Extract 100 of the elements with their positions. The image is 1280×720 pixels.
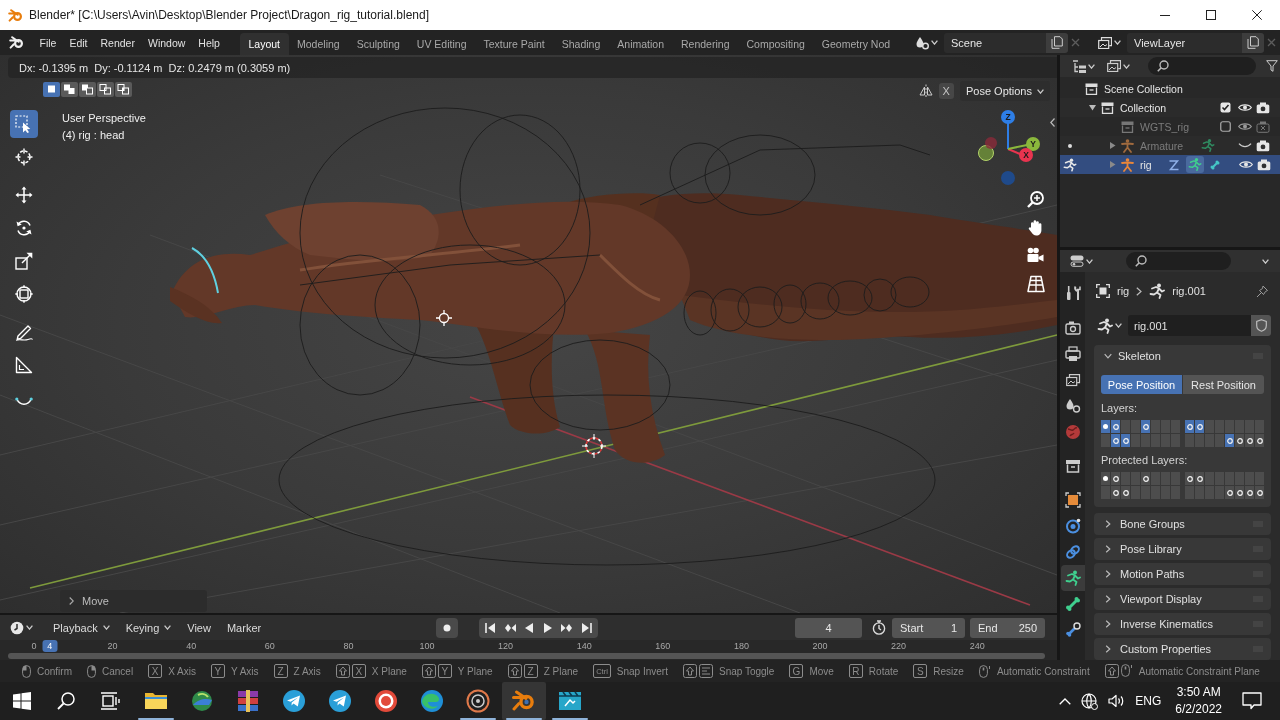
operator-panel[interactable]: Move <box>60 590 207 612</box>
layer-toggle[interactable] <box>1141 434 1150 447</box>
panel-header[interactable]: Inverse Kinematics <box>1094 613 1271 635</box>
subtract-selection-icon[interactable] <box>79 82 96 97</box>
layer-toggle[interactable] <box>1185 472 1194 485</box>
menu-item[interactable]: Window <box>141 33 192 52</box>
caret-icon[interactable] <box>26 625 33 630</box>
caret-icon[interactable] <box>1262 258 1269 264</box>
axis-toggle[interactable]: X <box>938 83 954 99</box>
caret-icon[interactable] <box>1123 63 1130 69</box>
film-clapper-icon[interactable] <box>558 689 582 713</box>
paper-plane-icon[interactable] <box>282 689 306 713</box>
workspace-tab[interactable]: Shading <box>553 33 609 55</box>
search-icon[interactable] <box>57 692 75 710</box>
layer-toggle[interactable] <box>1111 472 1120 485</box>
menu-item[interactable]: Marker <box>220 619 268 636</box>
closed-eye-icon[interactable] <box>1238 143 1252 148</box>
next-keyframe-icon[interactable] <box>561 621 573 634</box>
layer-toggle[interactable] <box>1111 420 1120 433</box>
maximize-icon[interactable] <box>1206 10 1216 20</box>
menu-item[interactable]: Keying <box>119 619 178 636</box>
zoom-icon[interactable] <box>1027 191 1045 209</box>
playhead[interactable]: 4 <box>42 640 58 652</box>
toggle-button[interactable]: Pose Position <box>1101 375 1182 394</box>
workspace-tab[interactable]: Texture Paint <box>474 33 554 55</box>
layer-toggle[interactable] <box>1121 420 1130 433</box>
camera-icon[interactable] <box>1256 139 1270 152</box>
layer-toggle[interactable] <box>1245 486 1254 499</box>
clock-time[interactable]: 3:50 AM <box>1176 684 1221 701</box>
toggles-icon[interactable] <box>1070 255 1084 267</box>
menu-item[interactable]: View <box>181 619 217 636</box>
workspace-tab[interactable]: Layout <box>240 33 289 55</box>
menu-item[interactable]: Help <box>191 33 227 52</box>
sidebar-toggle-icon[interactable] <box>1050 118 1055 127</box>
intersect-selection-icon[interactable] <box>115 82 132 97</box>
stopwatch-icon[interactable] <box>872 620 886 635</box>
layer-toggle[interactable] <box>1215 420 1224 433</box>
layer-toggle[interactable] <box>1185 434 1194 447</box>
menu-item[interactable]: Render <box>94 33 142 52</box>
start-icon[interactable] <box>13 692 31 710</box>
play-reverse-icon[interactable] <box>523 621 535 634</box>
layer-toggle[interactable] <box>1235 420 1244 433</box>
workspace-tab[interactable]: Compositing <box>737 33 814 55</box>
running-figure-icon[interactable] <box>1097 317 1113 334</box>
speaker-icon[interactable] <box>1108 694 1126 708</box>
caret-icon[interactable] <box>1114 40 1121 45</box>
caret-icon[interactable] <box>1115 323 1122 328</box>
list-tree-icon[interactable] <box>1072 59 1086 73</box>
layer-toggle[interactable] <box>1255 434 1264 447</box>
panel-header[interactable]: Bone Groups <box>1094 513 1271 535</box>
layer-toggle[interactable] <box>1151 434 1160 447</box>
running-figure-icon[interactable] <box>1061 565 1085 591</box>
toggle-button[interactable]: Rest Position <box>1183 375 1264 394</box>
record-icon[interactable] <box>436 617 458 638</box>
close-icon[interactable] <box>1252 10 1262 20</box>
layer-toggle[interactable] <box>1141 472 1150 485</box>
notification-icon[interactable] <box>1242 692 1262 710</box>
disclosure-arrow-icon[interactable] <box>1089 104 1096 111</box>
play-icon[interactable] <box>542 621 554 634</box>
jump-to-end-icon[interactable] <box>580 621 592 634</box>
clock-icon[interactable] <box>10 620 24 635</box>
running-figure-icon[interactable] <box>1063 157 1077 172</box>
caret-icon[interactable] <box>931 40 938 45</box>
layer-toggle[interactable] <box>1225 486 1234 499</box>
checkbox[interactable] <box>1219 102 1231 113</box>
invert-selection-icon[interactable] <box>97 82 114 97</box>
layer-toggle[interactable] <box>1225 420 1234 433</box>
layer-toggle[interactable] <box>1255 486 1264 499</box>
previous-keyframe-icon[interactable] <box>504 621 516 634</box>
wave-circle-icon[interactable] <box>420 689 444 713</box>
menu-item[interactable]: Edit <box>62 33 94 52</box>
navigation-gizmo[interactable]: Z Y X <box>974 107 1042 187</box>
view-layer-field[interactable]: ViewLayer <box>1127 32 1242 53</box>
fake-user-button[interactable] <box>1251 315 1271 336</box>
jump-to-start-icon[interactable] <box>485 621 497 634</box>
panel-header[interactable]: Motion Paths <box>1094 563 1271 585</box>
layer-toggle[interactable] <box>1225 434 1234 447</box>
copy-button[interactable] <box>1046 32 1068 53</box>
workspace-tab[interactable]: Rendering <box>672 33 738 55</box>
caret-icon[interactable] <box>1086 258 1093 264</box>
copy-button[interactable] <box>1242 32 1264 53</box>
scene-icon[interactable] <box>915 35 929 50</box>
panel-header[interactable]: Viewport Display <box>1094 588 1271 610</box>
books-stack-icon[interactable] <box>236 689 260 713</box>
layer-toggle[interactable] <box>1205 420 1214 433</box>
layer-toggle[interactable] <box>1195 434 1204 447</box>
panel-header[interactable]: Custom Properties <box>1094 638 1271 660</box>
dot-icon[interactable] <box>1068 143 1072 148</box>
pin-icon[interactable] <box>1256 284 1268 298</box>
task-view-icon[interactable] <box>100 692 120 710</box>
start-frame-field[interactable]: Start 1 <box>892 617 965 638</box>
chevron-up-icon[interactable] <box>1059 697 1072 705</box>
disc-icon[interactable] <box>466 689 490 713</box>
workspace-tab[interactable]: Animation <box>608 33 673 55</box>
layer-toggle[interactable] <box>1101 472 1110 485</box>
new-selection-icon[interactable] <box>43 82 60 97</box>
layer-toggle[interactable] <box>1131 434 1140 447</box>
layer-toggle[interactable] <box>1151 420 1160 433</box>
layer-toggle[interactable] <box>1101 420 1110 433</box>
layer-toggle[interactable] <box>1245 434 1254 447</box>
